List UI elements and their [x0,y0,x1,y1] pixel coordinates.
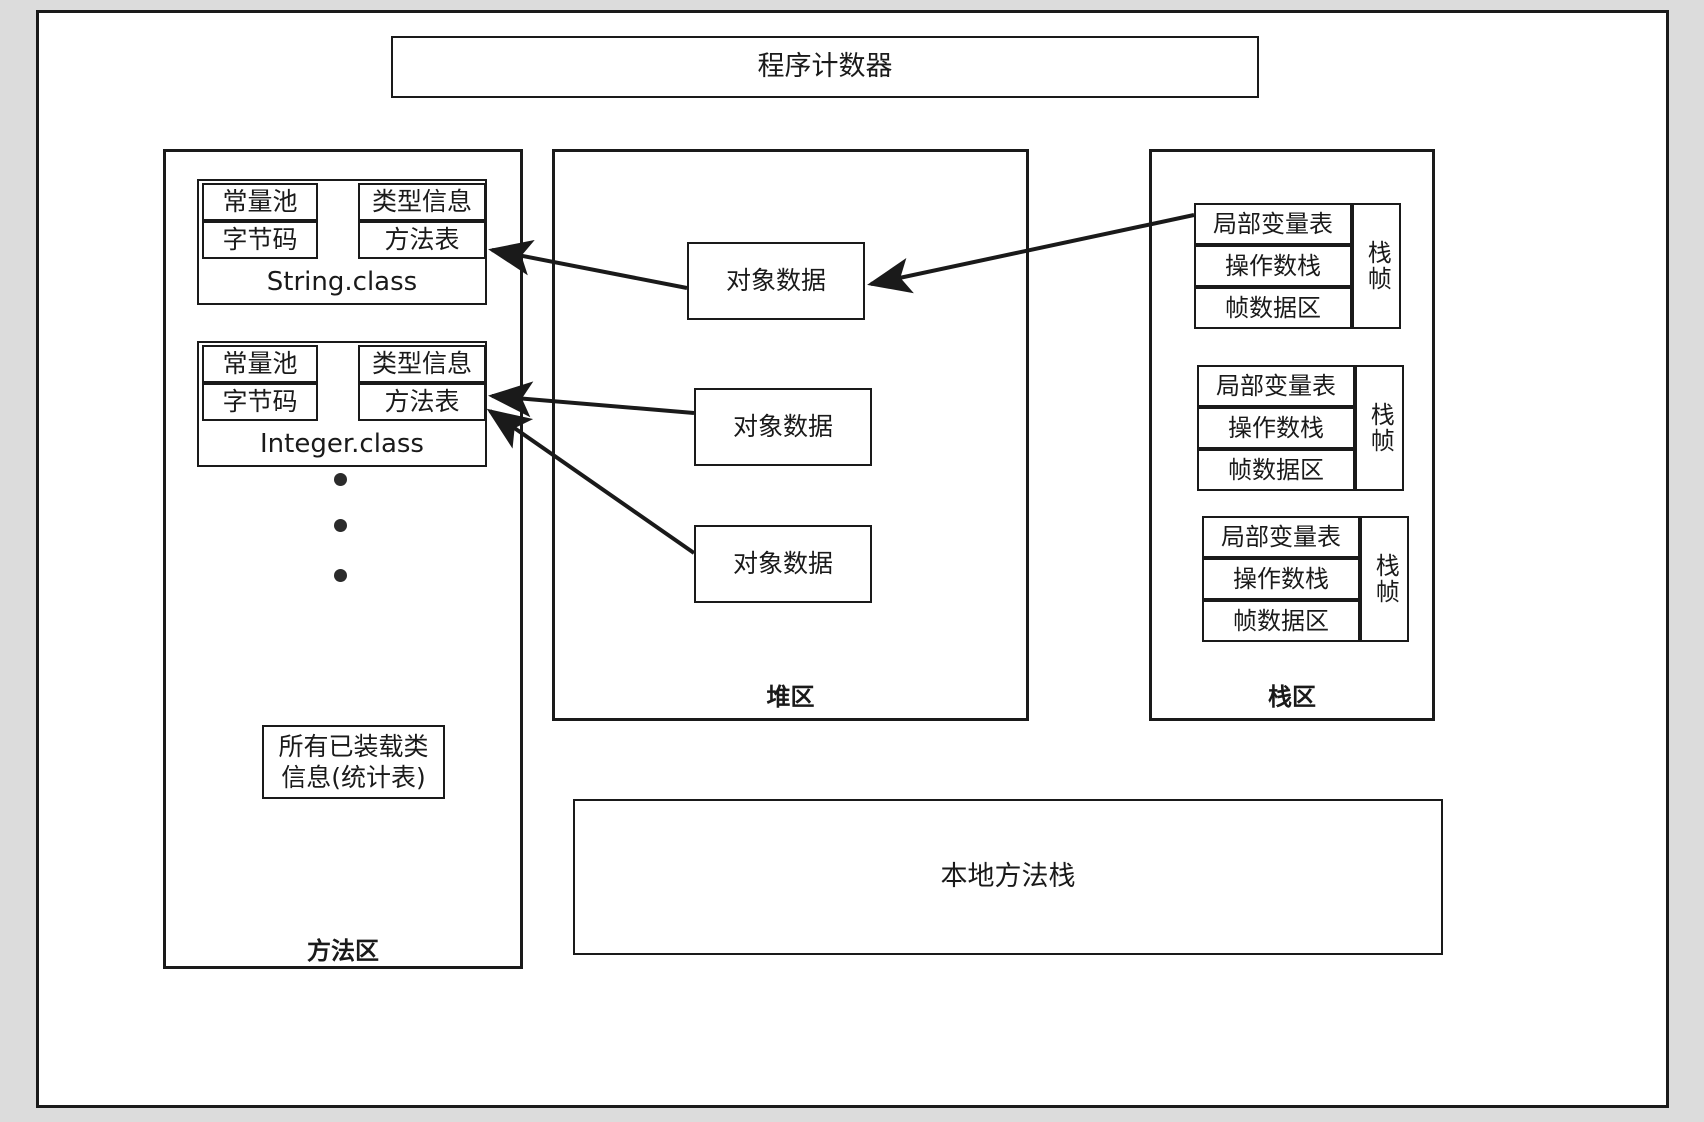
heap-object-box-3: 对象数据 [694,525,872,603]
stack-frame-1-operand-stack: 操作数栈 [1194,245,1352,287]
integer-method-table-cell: 方法表 [358,383,486,421]
heap-area-label: 堆区 [766,682,815,711]
integer-type-info-cell: 类型信息 [358,345,486,383]
diagram-stage: 程序计数器 方法区 常量池 字节码 类型信息 方法表 String.class … [0,0,1704,1122]
string-class-name: String.class [266,267,418,297]
stack-frame-1-frame-data-area: 帧数据区 [1194,287,1352,329]
integer-bytecode-cell: 字节码 [202,383,318,421]
string-type-info-cell: 类型信息 [358,183,486,221]
stack-area-label: 栈区 [1268,682,1316,711]
native-method-stack-box: 本地方法栈 [573,799,1443,955]
stack-frame-2-frame-data-area: 帧数据区 [1197,449,1355,491]
stack-frame-3-frame-data-area: 帧数据区 [1202,600,1360,642]
ellipsis-dot-1 [334,473,347,486]
stack-frame-3-operand-stack: 操作数栈 [1202,558,1360,600]
integer-constant-pool-cell: 常量池 [202,345,318,383]
heap-object-box-1: 对象数据 [687,242,865,320]
stack-frame-1-local-variable-table: 局部变量表 [1194,203,1352,245]
loaded-classes-line2: 信息(统计表) [281,763,426,792]
stack-frame-3-side-label: 栈帧 [1360,516,1409,642]
stack-frame-3-local-variable-table: 局部变量表 [1202,516,1360,558]
method-area-label: 方法区 [307,936,379,965]
ellipsis-dot-3 [334,569,347,582]
stack-frame-2-operand-stack: 操作数栈 [1197,407,1355,449]
diagram-canvas: 程序计数器 方法区 常量池 字节码 类型信息 方法表 String.class … [36,10,1669,1108]
program-counter-box: 程序计数器 [391,36,1259,98]
string-constant-pool-cell: 常量池 [202,183,318,221]
loaded-classes-line1: 所有已装载类 [278,731,429,761]
string-method-table-cell: 方法表 [358,221,486,259]
stack-frame-2-side-label: 栈帧 [1355,365,1404,491]
loaded-classes-box: 所有已装载类 信息(统计表) [262,725,445,799]
native-method-stack-label: 本地方法栈 [940,861,1076,893]
ellipsis-dot-2 [334,519,347,532]
program-counter-label: 程序计数器 [757,51,893,83]
string-bytecode-cell: 字节码 [202,221,318,259]
integer-class-name: Integer.class [260,429,424,459]
stack-frame-1-side-label: 栈帧 [1352,203,1401,329]
stack-frame-2-local-variable-table: 局部变量表 [1197,365,1355,407]
heap-object-box-2: 对象数据 [694,388,872,466]
